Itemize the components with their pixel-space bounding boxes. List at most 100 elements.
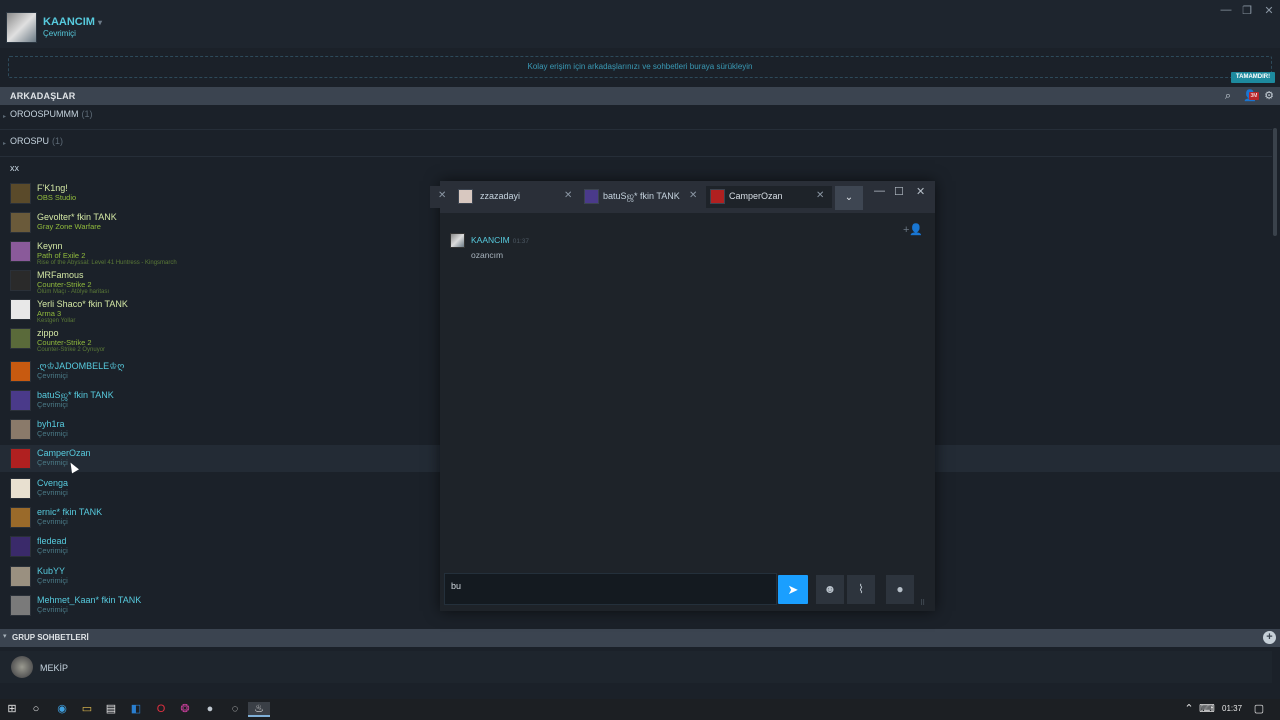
friend-group-oroospummm[interactable]: ▸ OROOSPUMMM (1) <box>0 104 1272 130</box>
done-button[interactable]: TAMAMDIR! <box>1231 72 1275 83</box>
friend-group-xx[interactable]: xx <box>10 163 19 173</box>
restore-icon[interactable]: ❐ <box>1240 4 1254 17</box>
group-name: OROSPU (1) <box>10 136 64 146</box>
friend-avatar[interactable] <box>10 448 31 469</box>
friend-row[interactable]: Cvenga Çevrimiçi <box>0 476 440 505</box>
friend-avatar[interactable] <box>10 270 31 291</box>
friend-name: ernic* fkin TANK <box>37 507 103 517</box>
chevron-down-icon: ▾ <box>97 18 102 27</box>
steam-icon[interactable]: ♨ <box>248 702 270 717</box>
friend-row[interactable]: KubYY Çevrimiçi <box>0 564 440 593</box>
tab-label: zzazadayi <box>480 191 521 201</box>
minimize-icon[interactable]: — <box>1219 4 1233 16</box>
friend-row[interactable]: batuSஜ* fkin TANK Çevrimiçi <box>0 388 440 417</box>
tray-chevron-icon[interactable]: ⌃ <box>1181 702 1197 717</box>
scrollbar[interactable] <box>1273 128 1277 236</box>
attach-icon[interactable]: ⌇ <box>847 575 875 604</box>
message-input[interactable]: bu <box>444 573 777 605</box>
store-icon[interactable]: ▤ <box>103 702 119 717</box>
friend-avatar[interactable] <box>10 361 31 382</box>
friend-row[interactable]: zippo Counter-Strike 2 Counter-Strike 2 Oy… <box>0 326 440 355</box>
friend-name: MRFamous <box>37 270 84 280</box>
friend-rich-presence: Kestgen Yollar <box>37 318 76 324</box>
profile-header: KAANCIM ▾ Çevrimiçi — ❐ ✕ <box>0 0 1280 48</box>
friend-row[interactable]: .ღ♔JADOMBELE♔ღ Çevrimiçi <box>0 359 440 388</box>
close-icon[interactable]: ✕ <box>1262 4 1276 17</box>
message-author: KAANCIM 01:37 <box>471 235 530 245</box>
friend-name: Cvenga <box>37 478 69 488</box>
outlook-icon[interactable]: ◧ <box>128 702 144 717</box>
friend-avatar[interactable] <box>10 390 31 411</box>
add-group-chat-icon[interactable]: + <box>1263 631 1276 644</box>
friend-avatar[interactable] <box>10 507 31 528</box>
maximize-icon[interactable]: ☐ <box>894 185 904 198</box>
file-explorer-icon[interactable]: ▭ <box>79 702 95 717</box>
app-icon[interactable]: ❂ <box>177 702 193 717</box>
chat-tab-zzazadayi[interactable]: ✕ zzazadayi ✕ <box>430 186 572 208</box>
friend-row[interactable]: fledead Çevrimiçi <box>0 534 440 563</box>
friend-row[interactable]: byh1ra Çevrimiçi <box>0 417 440 446</box>
friend-avatar[interactable] <box>10 595 31 616</box>
username-menu[interactable]: KAANCIM ▾ <box>43 16 102 28</box>
obs-icon[interactable]: ● <box>202 702 218 717</box>
friend-row[interactable]: Yerli Shaco* fkin TANK Arma 3 Kestgen Yoll… <box>0 297 440 326</box>
friend-avatar[interactable] <box>10 183 31 204</box>
favorites-dropzone[interactable]: Kolay erişim için arkadaşlarınızı ve soh… <box>8 56 1272 78</box>
friend-avatar[interactable] <box>10 419 31 440</box>
friend-avatar[interactable] <box>10 241 31 262</box>
send-button[interactable]: ➤ <box>778 575 808 604</box>
resize-grip-icon[interactable]: ⠿ <box>920 599 925 607</box>
friend-status: Çevrimiçi <box>37 576 68 585</box>
friend-avatar[interactable] <box>10 328 31 349</box>
friend-row[interactable]: Mehmet_Kaan* fkin TANK Çevrimiçi <box>0 593 440 622</box>
start-icon[interactable]: ⊞ <box>4 702 20 717</box>
friend-rich-presence: Ölüm Maçı - Atölye haritası <box>37 289 110 295</box>
chat-tab-camperozan[interactable]: CamperOzan ✕ <box>706 186 832 208</box>
invite-icon[interactable]: +👤 <box>903 223 923 236</box>
friend-row[interactable]: Gevolter* fkin TANK Gray Zone Warfare <box>0 210 440 239</box>
tab-label: batuSஜ* fkin TANK <box>603 191 680 201</box>
edge-icon[interactable]: ◉ <box>54 702 70 717</box>
friend-row[interactable]: MRFamous Counter-Strike 2 Ölüm Maçı - Atöl… <box>0 268 440 297</box>
close-tab-icon[interactable]: ✕ <box>816 190 824 201</box>
friend-avatar[interactable] <box>10 212 31 233</box>
emoticon-icon[interactable]: ☻ <box>816 575 844 604</box>
opera-icon[interactable]: O <box>153 702 169 717</box>
chat-log: +👤 KAANCIM 01:37 ozancım <box>440 213 935 569</box>
voice-icon[interactable]: ● <box>886 575 914 604</box>
friend-name: F'K1ng! <box>37 183 68 193</box>
friend-row[interactable]: ernic* fkin TANK Çevrimiçi <box>0 505 440 534</box>
app2-icon[interactable]: ◌ <box>227 702 243 717</box>
settings-gear-icon[interactable]: ⚙ <box>1262 89 1276 103</box>
friend-row[interactable]: CamperOzan Çevrimiçi <box>0 446 440 475</box>
close-tab-icon[interactable]: ✕ <box>689 190 697 201</box>
notification-icon[interactable]: ▢ <box>1251 702 1267 717</box>
close-tab-icon[interactable]: ✕ <box>438 190 446 201</box>
chat-tab-batu[interactable]: batuSஜ* fkin TANK ✕ <box>580 186 700 208</box>
minimize-icon[interactable]: — <box>874 185 885 197</box>
friend-name: Gevolter* fkin TANK <box>37 212 117 222</box>
tab-dropdown-button[interactable]: ⌄ <box>835 186 863 210</box>
friend-status: Path of Exile 2 <box>37 251 86 260</box>
friend-avatar[interactable] <box>10 299 31 320</box>
friend-group-orospu[interactable]: ▸ OROSPU (1) <box>0 131 1272 157</box>
friends-bar: ARKADAŞLAR ⌕ 👤 3M ⚙ <box>0 87 1280 105</box>
keyboard-icon[interactable]: ⌨ <box>1199 702 1215 717</box>
group-chat-item[interactable]: MEKİP <box>0 651 1272 683</box>
friend-name: Keynn <box>37 241 63 251</box>
friend-row[interactable]: F'K1ng! OBS Studio <box>0 181 440 210</box>
friend-avatar[interactable] <box>10 536 31 557</box>
user-avatar[interactable] <box>6 12 37 43</box>
friend-avatar[interactable] <box>10 566 31 587</box>
clock[interactable]: 01:37 <box>1222 704 1242 713</box>
search-icon[interactable]: ⌕ <box>1221 89 1235 103</box>
group-avatar <box>11 656 33 678</box>
notification-badge: 3M <box>1249 92 1259 100</box>
search-circle-icon[interactable]: ○ <box>28 702 44 717</box>
friend-avatar[interactable] <box>10 478 31 499</box>
chat-tab-bar: ✕ zzazadayi ✕ batuSஜ* fkin TANK ✕ Camper… <box>430 181 935 213</box>
close-icon[interactable]: ✕ <box>916 185 925 198</box>
close-tab-icon[interactable]: ✕ <box>564 190 572 201</box>
group-chats-bar[interactable]: ▾ GRUP SOHBETLERİ + <box>0 629 1280 647</box>
friend-row[interactable]: Keynn Path of Exile 2 Rise of the Abyssal:… <box>0 239 440 268</box>
